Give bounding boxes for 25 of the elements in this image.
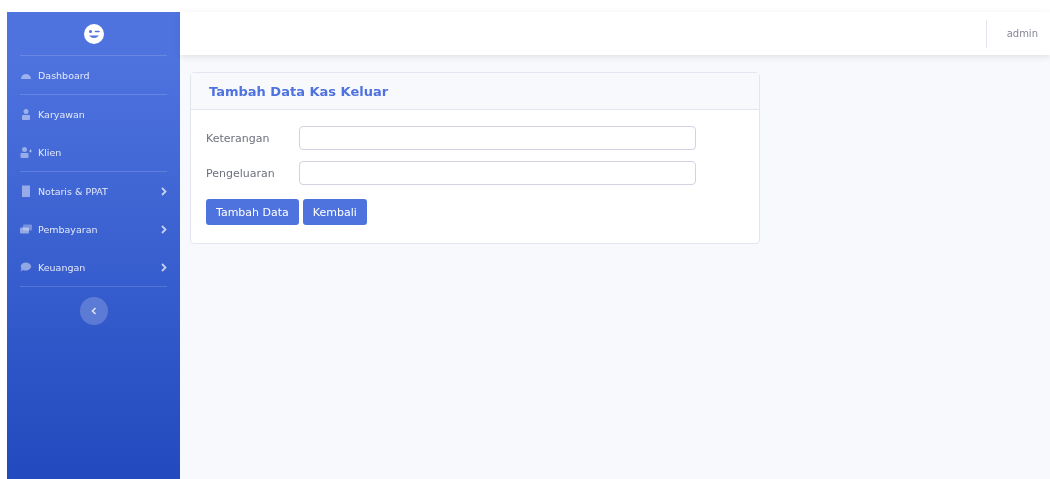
- sidebar-item[interactable]: Karyawan: [7, 95, 180, 133]
- chevron-right-icon: [161, 224, 167, 234]
- back-button[interactable]: Kembali: [302, 199, 367, 225]
- money-icon: [20, 223, 32, 235]
- submit-button[interactable]: Tambah Data: [206, 199, 299, 225]
- sidebar-item[interactable]: Pembayaran: [7, 210, 180, 248]
- input-field[interactable]: [299, 126, 696, 150]
- sidebar-toggle-button[interactable]: [79, 297, 108, 325]
- card-title: Tambah Data Kas Keluar: [209, 83, 389, 99]
- sidebar-item[interactable]: Keuangan: [7, 248, 180, 286]
- comment-icon: [20, 261, 32, 273]
- building-icon: [20, 185, 32, 197]
- sidebar-item[interactable]: Dashboard: [7, 56, 180, 94]
- user-name[interactable]: admin: [1006, 28, 1038, 39]
- field-label: Keterangan: [206, 131, 271, 145]
- chevron-right-icon: [161, 186, 167, 196]
- winking-face-logo-icon[interactable]: [82, 22, 105, 45]
- sidebar-item[interactable]: Notaris & PPAT: [7, 172, 180, 210]
- user-icon: [20, 108, 32, 120]
- chevron-left-icon: [90, 307, 97, 315]
- sidebar-item[interactable]: Klien: [7, 133, 180, 171]
- field-label: Pengeluaran: [206, 166, 276, 180]
- user-plus-icon: [20, 146, 32, 158]
- input-field[interactable]: [299, 161, 696, 185]
- chevron-right-icon: [161, 262, 167, 272]
